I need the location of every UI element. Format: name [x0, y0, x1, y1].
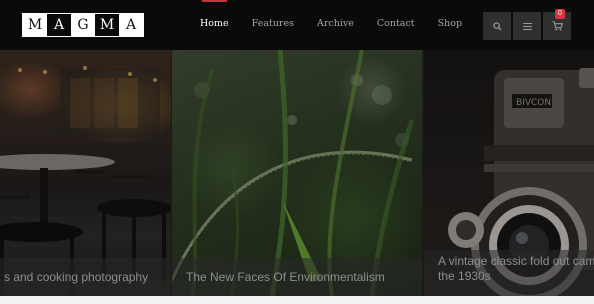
logo-letter: M: [95, 14, 119, 36]
nav-item-shop[interactable]: Shop: [438, 0, 462, 50]
cart-button[interactable]: 0: [543, 9, 571, 40]
logo-letter: A: [119, 14, 143, 36]
slide-camera[interactable]: BIVCON A vintage classic fold out cam th…: [424, 50, 594, 296]
nav-item-archive[interactable]: Archive: [317, 0, 354, 50]
logo-letter: M: [23, 14, 47, 36]
nav-item-features[interactable]: Features: [252, 0, 294, 50]
nav-item-home[interactable]: Home: [200, 0, 229, 50]
cart-icon: [552, 21, 563, 31]
featured-slider: s and cooking photography The New Faces …: [0, 50, 594, 296]
menu-button[interactable]: [513, 12, 541, 40]
content-area-top: [0, 296, 594, 304]
hamburger-menu-icon: [522, 22, 532, 30]
search-icon: [492, 21, 502, 31]
logo-letter: A: [47, 14, 71, 36]
logo-letter: G: [71, 14, 95, 36]
slide-title-line[interactable]: the 1930s: [438, 269, 590, 284]
slide-caption: The New Faces Of Environmentalism: [172, 258, 422, 296]
search-button[interactable]: [483, 12, 511, 40]
slide-restaurant[interactable]: s and cooking photography: [0, 50, 171, 296]
slide-grass[interactable]: The New Faces Of Environmentalism: [172, 50, 422, 296]
slide-title[interactable]: The New Faces Of Environmentalism: [186, 258, 408, 296]
site-logo[interactable]: M A G M A: [22, 13, 144, 37]
cart-count-badge: 0: [555, 9, 565, 19]
slide-caption: s and cooking photography: [0, 258, 171, 296]
main-nav: Home Features Archive Contact Shop: [200, 0, 485, 50]
slide-title[interactable]: s and cooking photography: [4, 258, 157, 296]
site-header: M A G M A Home Features Archive Contact …: [0, 0, 594, 50]
slide-caption: A vintage classic fold out cam the 1930s: [424, 250, 594, 296]
slide-title-line[interactable]: A vintage classic fold out cam: [438, 254, 594, 269]
nav-item-contact[interactable]: Contact: [377, 0, 415, 50]
